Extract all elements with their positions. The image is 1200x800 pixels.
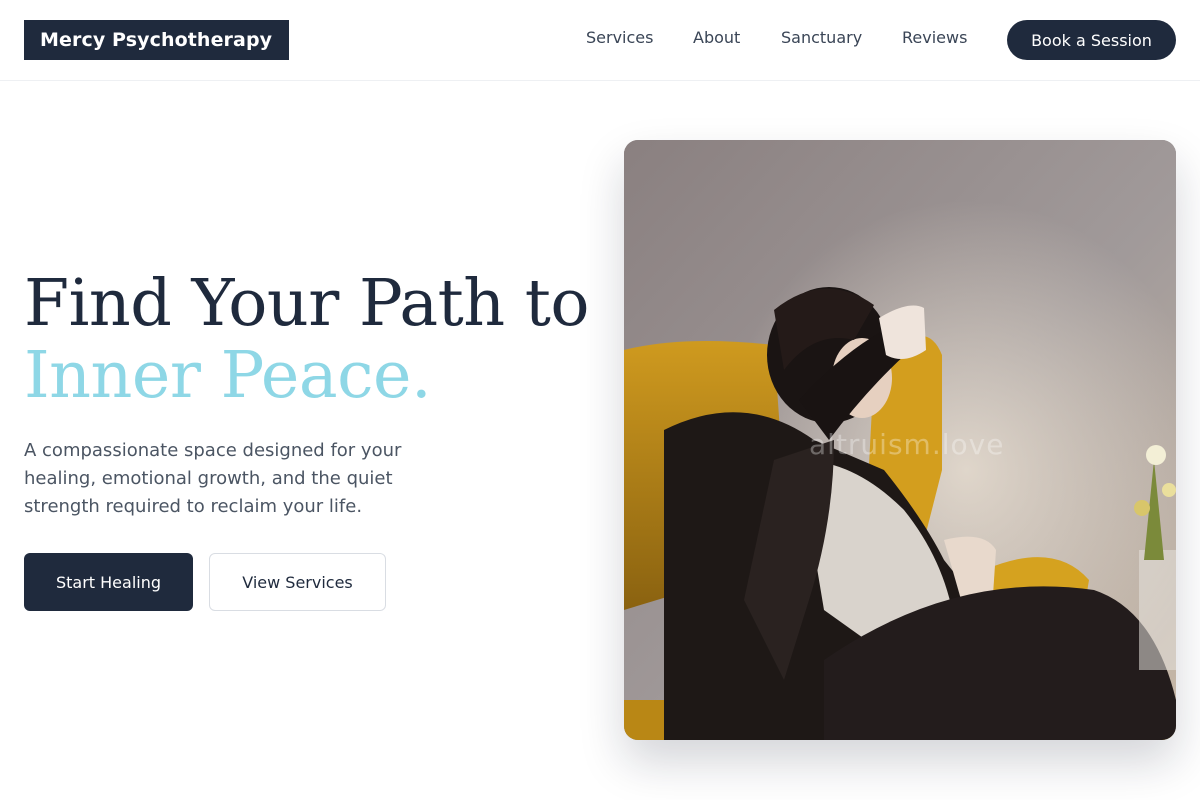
site-header: Mercy Psychotherapy Services About Sanct… — [0, 0, 1200, 81]
hero-subtitle: A compassionate space designed for your … — [24, 440, 402, 517]
nav-link-about[interactable]: About — [693, 28, 740, 48]
image-watermark: altruism.love — [809, 428, 1005, 461]
book-session-button[interactable]: Book a Session — [1007, 20, 1176, 60]
hero-photo: altruism.love — [624, 140, 1176, 740]
nav-link-services[interactable]: Services — [586, 28, 653, 48]
brand-logo[interactable]: Mercy Psychotherapy — [24, 20, 289, 60]
hero-title-line-1: Find Your Path to — [24, 266, 589, 341]
nav-link-reviews[interactable]: Reviews — [902, 28, 967, 48]
nav-link-sanctuary[interactable]: Sanctuary — [781, 28, 862, 48]
start-healing-button[interactable]: Start Healing — [24, 553, 193, 611]
view-services-button[interactable]: View Services — [209, 553, 386, 611]
hero-title: Find Your Path to Inner Peace. — [24, 266, 589, 413]
hero-title-line-2-accent: Inner Peace. — [24, 338, 432, 413]
